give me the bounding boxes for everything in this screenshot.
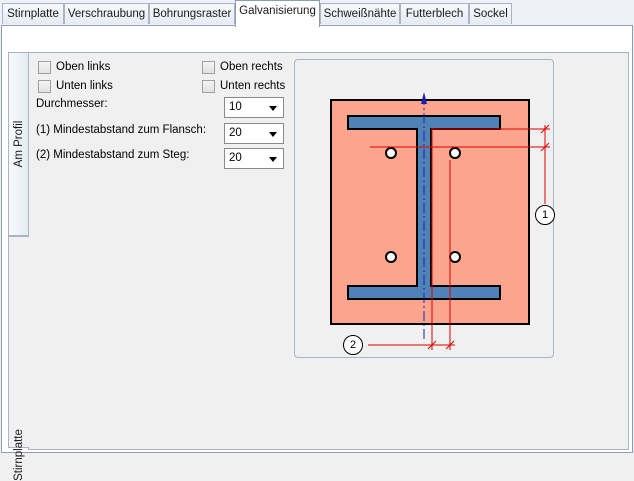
dimension-marker-2: 2: [343, 335, 363, 355]
label-oben-rechts: Oben rechts: [220, 61, 283, 73]
durchmesser-select[interactable]: 10: [224, 97, 284, 118]
tab-schweissnaehte[interactable]: Schweißnähte: [320, 3, 400, 24]
tab-verschraubung[interactable]: Verschraubung: [64, 3, 149, 24]
steg-select[interactable]: 20: [224, 148, 284, 169]
side-tab-am-profil[interactable]: Am Profil: [8, 52, 29, 236]
label-unten-rechts: Unten rechts: [220, 80, 286, 92]
tab-sockel[interactable]: Sockel: [469, 3, 512, 24]
chevron-down-icon: [269, 106, 277, 111]
tab-bohrungsraster[interactable]: Bohrungsraster: [149, 3, 235, 24]
tab-futterblech[interactable]: Futterblech: [400, 3, 469, 24]
chevron-down-icon: [269, 157, 277, 162]
durchmesser-value: 10: [229, 101, 242, 113]
label-oben-links: Oben links: [56, 61, 111, 73]
chevron-down-icon: [269, 132, 277, 137]
checkbox-oben-links[interactable]: [38, 61, 51, 74]
tab-stirnplatte[interactable]: Stirnplatte: [2, 3, 64, 24]
side-tab-label: Stirnplatte: [13, 429, 25, 481]
tab-bar: Stirnplatte Verschraubung Bohrungsraster…: [0, 0, 634, 27]
checkbox-oben-rechts[interactable]: [202, 61, 215, 74]
side-tab-label: Am Profil: [12, 120, 25, 168]
dimension-marker-1: 1: [535, 205, 555, 225]
steg-value: 20: [229, 152, 242, 164]
checkbox-unten-rechts[interactable]: [202, 80, 215, 93]
tab-galvanisierung[interactable]: Galvanisierung: [235, 0, 320, 27]
label-durchmesser: Durchmesser:: [36, 98, 108, 110]
flansch-select[interactable]: 20: [224, 123, 284, 144]
flansch-value: 20: [229, 127, 242, 139]
preview-panel: [294, 59, 554, 358]
label-mindestabstand-steg: (2) Mindestabstand zum Steg:: [36, 149, 190, 161]
label-mindestabstand-flansch: (1) Mindestabstand zum Flansch:: [36, 124, 207, 136]
side-tab-stirnplatte[interactable]: Stirnplatte: [8, 236, 29, 481]
label-unten-links: Unten links: [56, 80, 113, 92]
checkbox-unten-links[interactable]: [38, 80, 51, 93]
